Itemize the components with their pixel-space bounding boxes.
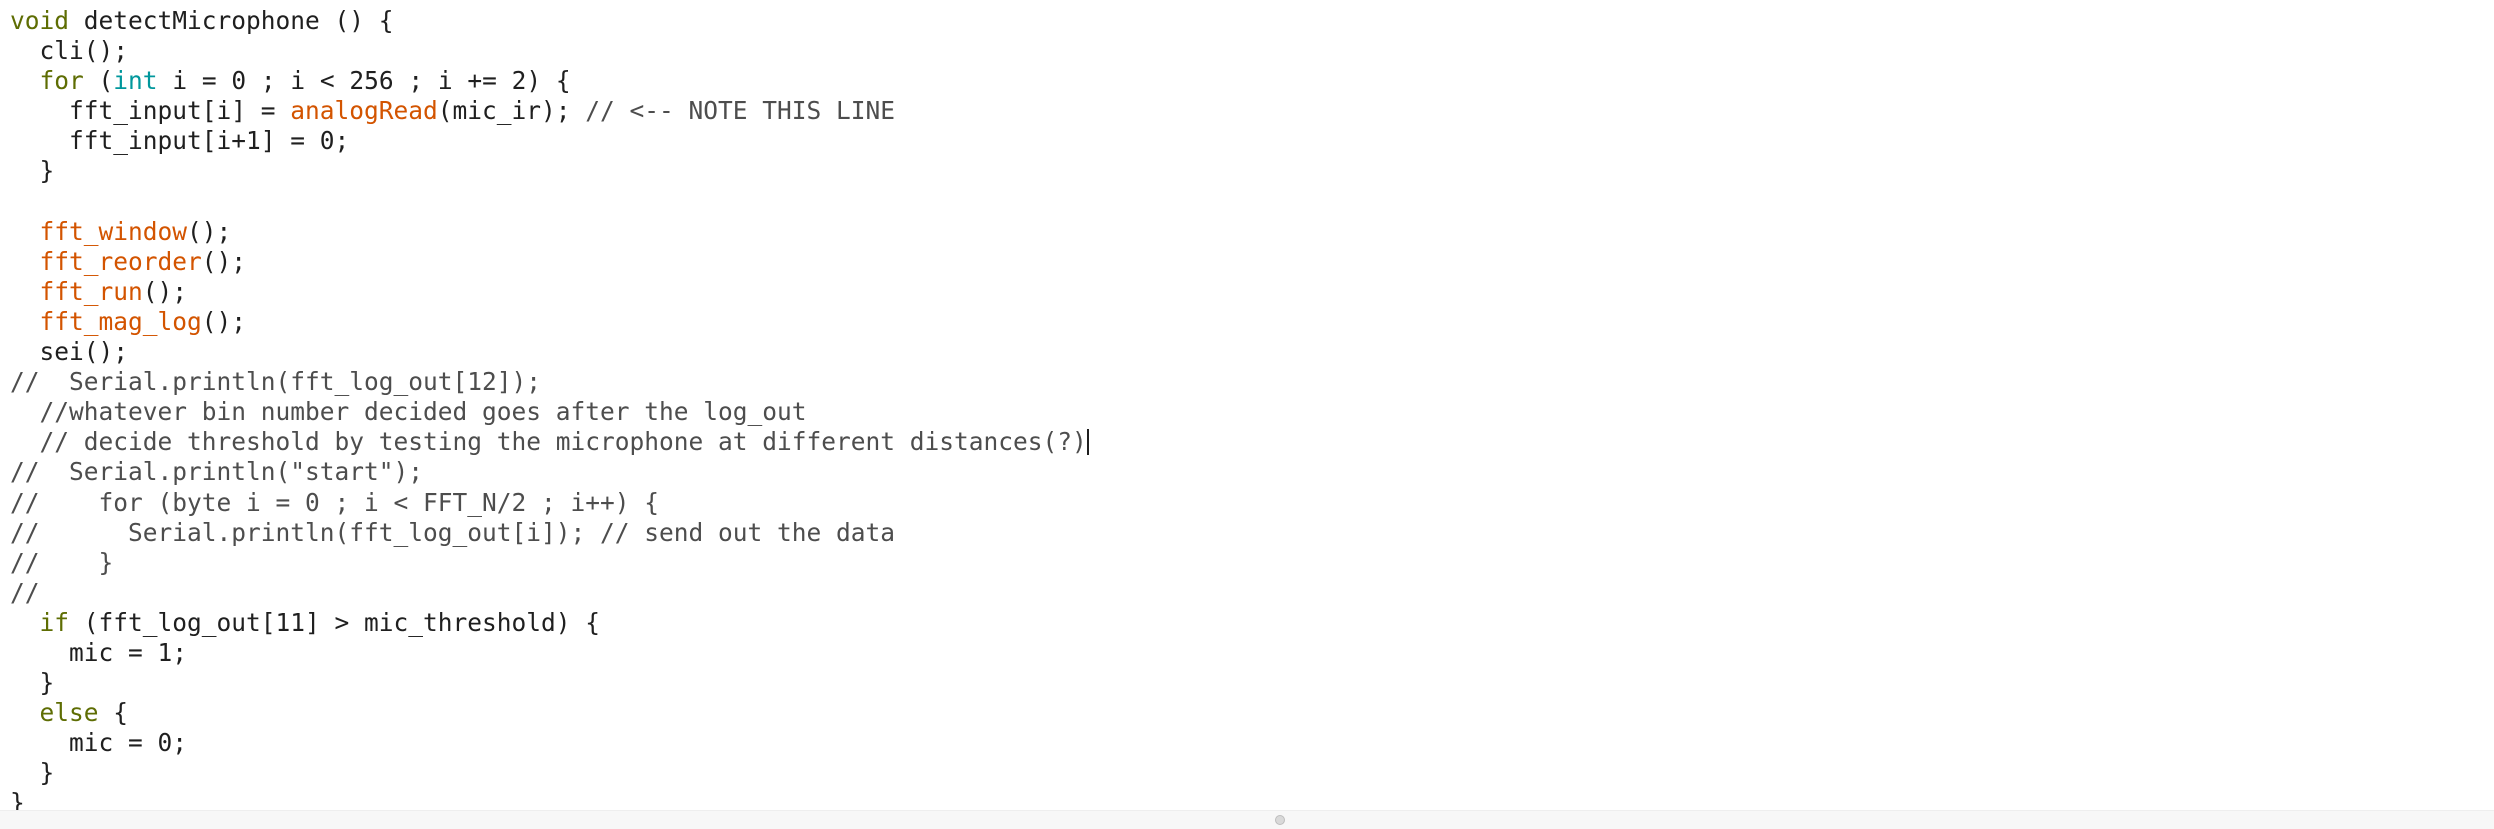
code-comment: // for (byte i = 0 ; i < FFT_N/2 ; i++) … <box>10 487 660 517</box>
code-text: (); <box>201 306 247 336</box>
code-text: (); <box>187 216 232 246</box>
code-keyword: if <box>39 607 70 637</box>
code-text: } <box>10 758 55 788</box>
horizontal-scrollbar[interactable] <box>0 810 2494 829</box>
code-comment: // Serial.println(fft_log_out[i]); // se… <box>10 517 896 547</box>
code-text: } <box>10 788 25 810</box>
code-comment: //whatever bin number decided goes after… <box>39 397 807 427</box>
code-text-area[interactable]: void detectMicrophone () { cli(); for (i… <box>10 6 1089 810</box>
code-function: analogRead <box>290 96 438 126</box>
code-function: fft_reorder <box>39 246 202 276</box>
code-text: (); <box>142 276 188 306</box>
code-comment: // decide threshold by testing the micro… <box>39 427 1087 457</box>
code-line[interactable]: else { <box>10 698 1089 728</box>
code-keyword: for <box>39 66 84 96</box>
code-line[interactable]: void detectMicrophone () { <box>10 6 1089 36</box>
code-text: fft_input[i] = <box>10 96 291 126</box>
code-text: (); <box>201 246 247 276</box>
code-text: mic = 0; <box>10 728 188 758</box>
code-text: ( <box>83 66 114 96</box>
code-text: } <box>10 668 55 698</box>
code-comment: // Serial.println(fft_log_out[12]); <box>10 367 542 397</box>
code-text: } <box>10 156 55 186</box>
code-line[interactable]: fft_window(); <box>10 217 1089 247</box>
code-line[interactable]: } <box>10 788 1089 810</box>
code-text: (mic_ir); <box>437 96 586 126</box>
code-text: i = 0 ; i < 256 ; i += 2) { <box>157 66 571 96</box>
code-line[interactable]: if (fft_log_out[11] > mic_threshold) { <box>10 608 1089 638</box>
code-line[interactable]: mic = 1; <box>10 638 1089 668</box>
code-comment: // <-- NOTE THIS LINE <box>585 96 896 126</box>
code-text: cli(); <box>10 36 129 66</box>
code-function: fft_mag_log <box>39 306 202 336</box>
text-cursor <box>1086 429 1089 456</box>
code-line[interactable]: fft_input[i] = analogRead(mic_ir); // <-… <box>10 96 1089 126</box>
code-line[interactable]: fft_run(); <box>10 277 1089 307</box>
code-comment: // } <box>10 547 114 577</box>
code-line[interactable]: cli(); <box>10 36 1089 66</box>
code-line[interactable]: } <box>10 758 1089 788</box>
code-line[interactable]: } <box>10 156 1089 186</box>
code-keyword: else <box>39 698 99 728</box>
code-line[interactable]: // Serial.println("start"); <box>10 457 1089 487</box>
code-text: { <box>98 698 129 728</box>
scrollbar-thumb[interactable] <box>1275 815 1285 825</box>
code-line[interactable] <box>10 187 1089 217</box>
code-line[interactable]: // for (byte i = 0 ; i < FFT_N/2 ; i++) … <box>10 488 1089 518</box>
code-text: fft_input[i+1] = 0; <box>10 126 350 156</box>
code-line[interactable]: fft_reorder(); <box>10 247 1089 277</box>
code-line[interactable]: fft_mag_log(); <box>10 307 1089 337</box>
code-line[interactable]: // <box>10 578 1089 608</box>
code-line[interactable]: // Serial.println(fft_log_out[12]); <box>10 367 1089 397</box>
code-line[interactable]: mic = 0; <box>10 728 1089 758</box>
code-editor[interactable]: void detectMicrophone () { cli(); for (i… <box>0 0 2494 810</box>
code-text: detectMicrophone () { <box>69 6 394 35</box>
code-comment: // Serial.println("start"); <box>10 457 424 487</box>
code-comment: // <box>10 577 40 607</box>
code-line[interactable]: // Serial.println(fft_log_out[i]); // se… <box>10 518 1089 548</box>
code-keyword: void <box>10 6 70 35</box>
code-line[interactable]: // decide threshold by testing the micro… <box>10 427 1089 457</box>
code-text: sei(); <box>10 337 129 367</box>
code-line[interactable]: //whatever bin number decided goes after… <box>10 397 1089 427</box>
code-line[interactable]: // } <box>10 548 1089 578</box>
code-text: (fft_log_out[11] > mic_threshold) { <box>69 607 601 637</box>
code-type: int <box>113 66 158 96</box>
code-function: fft_window <box>39 216 188 246</box>
code-function: fft_run <box>39 276 143 306</box>
code-text: mic = 1; <box>10 637 188 667</box>
code-line[interactable]: fft_input[i+1] = 0; <box>10 126 1089 156</box>
code-line[interactable]: } <box>10 668 1089 698</box>
code-line[interactable]: sei(); <box>10 337 1089 367</box>
code-line[interactable]: for (int i = 0 ; i < 256 ; i += 2) { <box>10 66 1089 96</box>
